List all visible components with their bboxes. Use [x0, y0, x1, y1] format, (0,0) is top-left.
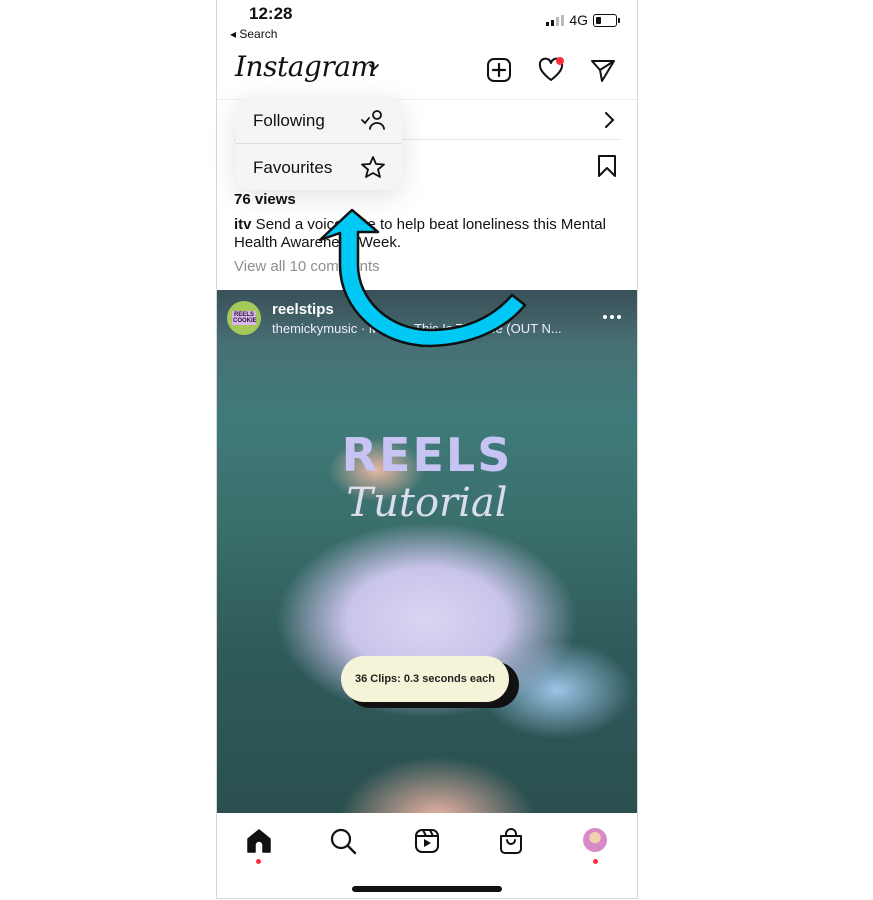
instagram-logo[interactable]: Instagram — [235, 50, 377, 83]
bottom-nav — [217, 813, 637, 873]
menu-item-following[interactable]: Following — [236, 97, 402, 143]
menu-label-favourites: Favourites — [253, 158, 333, 177]
following-person-check-icon — [361, 110, 385, 130]
avatar-text: REELS COOKIE — [232, 311, 257, 325]
status-time: 12:28 — [249, 4, 293, 23]
chevron-down-icon[interactable] — [367, 62, 381, 72]
feed-selector-menu: Following Favourites — [236, 97, 402, 190]
caption-username[interactable]: itv — [234, 216, 252, 233]
reel-avatar[interactable]: REELS COOKIE — [227, 301, 261, 335]
reel-username[interactable]: reelstips — [272, 301, 334, 318]
caption-text: Send a voice note to help beat lonelines… — [234, 216, 606, 251]
status-bar: 12:28 ◂ Search 4G — [217, 0, 637, 44]
reel-caption-pill: 36 Clips: 0.3 seconds each — [341, 656, 509, 702]
reel-post[interactable]: REELS COOKIE reelstips themickymusic · M… — [217, 290, 637, 813]
reel-user-bar: REELS COOKIE reelstips themickymusic · M… — [217, 290, 637, 346]
back-to-search-link[interactable]: ◂ Search — [230, 27, 277, 41]
reel-overlay-title: REELS — [341, 428, 513, 482]
status-indicators: 4G — [546, 12, 620, 28]
network-label: 4G — [569, 12, 588, 28]
home-notification-dot — [256, 859, 261, 864]
signal-icon — [546, 14, 565, 26]
view-comments-link[interactable]: View all 10 comments — [234, 258, 380, 275]
app-header: Instagram — [217, 44, 637, 99]
profile-avatar[interactable] — [583, 828, 607, 852]
home-indicator[interactable] — [352, 886, 502, 892]
direct-message-icon[interactable] — [589, 56, 617, 84]
activity-notification-dot — [556, 57, 564, 65]
reel-music[interactable]: themickymusic · Music · This Is The Life… — [272, 321, 562, 336]
menu-label-following: Following — [253, 111, 325, 130]
search-icon[interactable] — [329, 827, 357, 855]
reel-overlay-subtitle: Tutorial — [346, 480, 508, 526]
home-icon[interactable] — [245, 827, 273, 855]
menu-item-favourites[interactable]: Favourites — [236, 144, 402, 190]
profile-notification-dot — [593, 859, 598, 864]
star-icon — [361, 156, 385, 178]
chevron-right-icon[interactable] — [603, 110, 617, 130]
shop-bag-icon[interactable] — [497, 827, 525, 855]
battery-icon — [593, 13, 620, 27]
create-post-icon[interactable] — [485, 56, 513, 84]
more-options-icon[interactable] — [603, 315, 621, 319]
post-caption: itv Send a voice note to help beat lonel… — [234, 216, 614, 252]
reels-icon[interactable] — [413, 827, 441, 855]
bookmark-icon[interactable] — [597, 154, 617, 178]
post-views[interactable]: 76 views — [234, 191, 296, 208]
back-label: Search — [239, 27, 278, 41]
